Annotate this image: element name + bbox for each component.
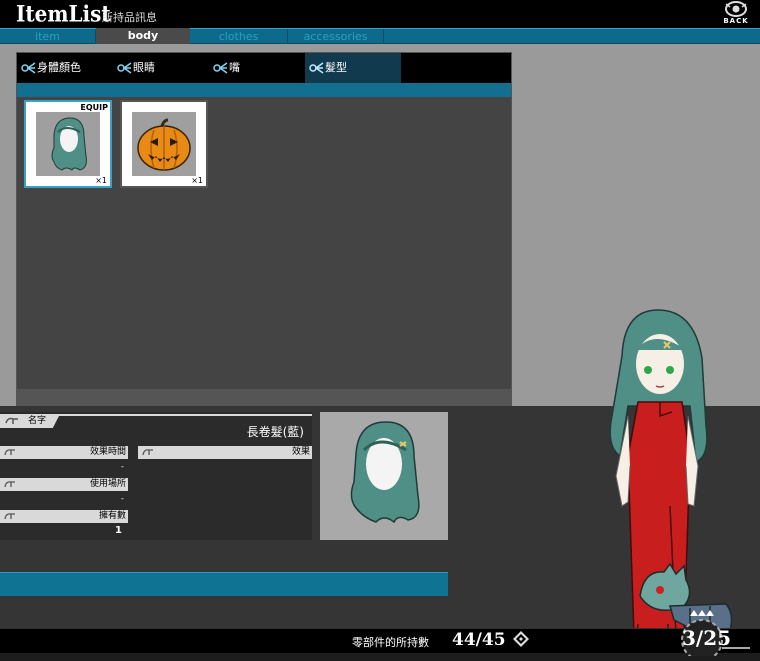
link-icon xyxy=(5,417,18,424)
subtab-eyes[interactable]: 眼睛 xyxy=(113,53,209,83)
link-icon xyxy=(4,513,15,520)
item-card-pumpkin[interactable]: ×1 xyxy=(120,100,208,188)
bottom-strip xyxy=(0,653,760,661)
arrow-fan-icon xyxy=(117,62,132,74)
subtab-hairstyle[interactable]: 髮型 xyxy=(305,53,401,83)
owned-value: 1 xyxy=(115,525,122,536)
duration-label-bar: 效果時間 xyxy=(0,446,128,459)
subtab-label: 眼睛 xyxy=(133,61,155,74)
location-label-bar: 使用場所 xyxy=(0,478,128,491)
tab-body[interactable]: body xyxy=(96,28,190,45)
subtab-label: 身體顏色 xyxy=(37,61,81,74)
arrow-fan-icon xyxy=(309,62,324,74)
link-icon xyxy=(142,449,153,456)
effect-label-bar: 效果 xyxy=(138,446,312,459)
category-tab-bar: item body clothes accessories xyxy=(0,28,760,45)
hair-blue-icon xyxy=(51,117,87,171)
link-icon xyxy=(4,481,15,488)
duration-label: 效果時間 xyxy=(89,447,126,457)
subtab-body-color[interactable]: 身體顏色 xyxy=(17,53,113,83)
parts-owned-count: 44/45 xyxy=(452,630,506,650)
page-indicator: 3/25 xyxy=(682,626,732,650)
item-quantity: ×1 xyxy=(95,176,107,185)
effect-label: 效果 xyxy=(291,447,310,457)
item-quantity: ×1 xyxy=(191,176,203,185)
item-card-hair-blue[interactable]: EQUIP ×1 xyxy=(24,100,112,188)
back-eye-icon xyxy=(725,1,747,17)
item-name: 長卷髮(藍) xyxy=(246,425,304,439)
location-label: 使用場所 xyxy=(89,479,126,489)
owned-label: 擁有數 xyxy=(98,511,126,521)
parts-owned-label: 零部件的所持數 xyxy=(352,636,429,649)
panel-top-strip xyxy=(16,44,512,52)
item-list-logo: ItemList xyxy=(16,0,111,28)
item-preview xyxy=(320,412,448,540)
message-bar xyxy=(0,572,448,596)
subtab-mouth[interactable]: 嘴 xyxy=(209,53,305,83)
tab-clothes[interactable]: clothes xyxy=(190,29,288,44)
tab-accessories[interactable]: accessories xyxy=(288,29,384,44)
diamond-pattern-icon xyxy=(513,631,529,647)
name-header-line xyxy=(50,414,312,416)
subtab-label: 髮型 xyxy=(325,61,347,74)
arrow-fan-icon xyxy=(213,62,228,74)
page-subtitle: 所持品訊息 xyxy=(102,11,157,24)
left-frame xyxy=(0,44,16,406)
back-button[interactable]: BACK xyxy=(716,0,756,27)
hair-preview-icon xyxy=(350,421,420,524)
tab-item[interactable]: item xyxy=(0,29,96,44)
item-thumbnail xyxy=(132,112,196,176)
duration-value: - xyxy=(120,462,124,472)
arrow-fan-icon xyxy=(21,62,36,74)
subcategory-tabs: 身體顏色 眼睛 嘴 髮型 xyxy=(17,53,511,83)
panel-footer xyxy=(17,389,511,405)
subtab-label: 嘴 xyxy=(229,61,240,74)
owned-label-bar: 擁有數 xyxy=(0,510,128,523)
location-value: - xyxy=(120,494,124,504)
link-icon xyxy=(4,449,15,456)
item-thumbnail xyxy=(36,112,100,176)
subtab-band xyxy=(17,83,511,97)
back-label: BACK xyxy=(723,17,749,25)
pumpkin-icon xyxy=(137,118,191,171)
equip-label: EQUIP xyxy=(80,103,108,112)
